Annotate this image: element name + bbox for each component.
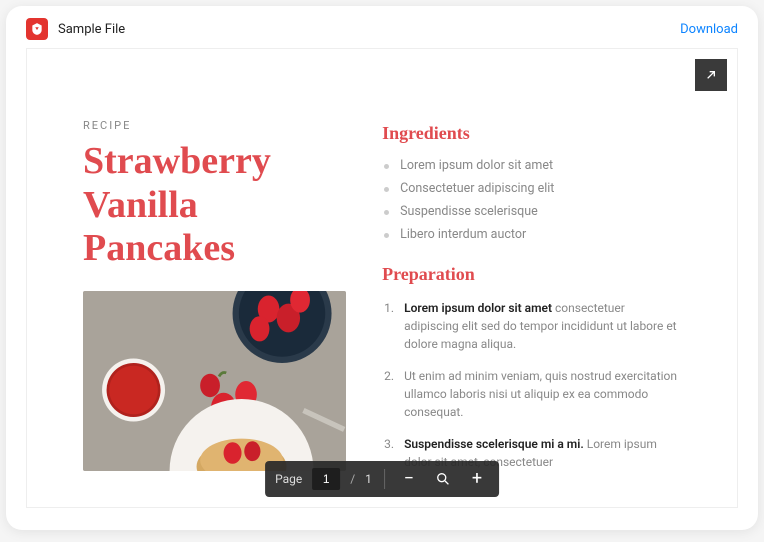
magnifier-icon: [435, 471, 451, 487]
pdf-viewer-card: Sample File Download RECIPE Strawberry V…: [6, 6, 758, 530]
recipe-photo: [83, 291, 346, 471]
list-item: Lorem ipsum dolor sit amet consectetuer …: [382, 295, 681, 363]
recipe-kicker: RECIPE: [83, 119, 346, 132]
file-name: Sample File: [58, 22, 125, 37]
zoom-out-button[interactable]: −: [397, 467, 421, 491]
page-total: 1: [365, 472, 372, 486]
zoom-in-button[interactable]: +: [465, 467, 489, 491]
list-item: Consectetuer adipiscing elit: [382, 177, 681, 200]
ingredients-list: Lorem ipsum dolor sit amet Consectetuer …: [382, 154, 681, 246]
right-column: Ingredients Lorem ipsum dolor sit amet C…: [382, 119, 681, 507]
header-left: Sample File: [26, 18, 125, 40]
pdf-icon: [26, 18, 48, 40]
preparation-list: Lorem ipsum dolor sit amet consectetuer …: [382, 295, 681, 481]
left-column: RECIPE Strawberry Vanilla Pancakes: [83, 119, 346, 507]
toolbar-divider: [384, 469, 385, 489]
fit-page-button[interactable]: [431, 467, 455, 491]
list-item: Libero interdum auctor: [382, 223, 681, 246]
step-body: Ut enim ad minim veniam, quis nostrud ex…: [404, 369, 677, 419]
download-link[interactable]: Download: [680, 22, 738, 37]
expand-icon: [703, 67, 719, 83]
expand-button[interactable]: [695, 59, 727, 91]
page-separator: /: [350, 472, 355, 486]
page-label: Page: [275, 472, 302, 486]
header-bar: Sample File Download: [6, 6, 758, 48]
list-item: Lorem ipsum dolor sit amet: [382, 154, 681, 177]
list-item: Ut enim ad minim veniam, quis nostrud ex…: [382, 363, 681, 431]
step-lead: Suspendisse scelerisque mi a mi.: [404, 437, 584, 451]
list-item: Suspendisse scelerisque: [382, 200, 681, 223]
preparation-heading: Preparation: [382, 264, 681, 285]
page-number-input[interactable]: [312, 468, 340, 490]
ingredients-heading: Ingredients: [382, 123, 681, 144]
pdf-toolbar: Page / 1 − +: [265, 461, 499, 497]
step-lead: Lorem ipsum dolor sit amet: [404, 301, 552, 315]
document-viewer: RECIPE Strawberry Vanilla Pancakes: [26, 48, 738, 508]
document-page: RECIPE Strawberry Vanilla Pancakes: [27, 49, 737, 507]
recipe-title: Strawberry Vanilla Pancakes: [83, 140, 346, 271]
